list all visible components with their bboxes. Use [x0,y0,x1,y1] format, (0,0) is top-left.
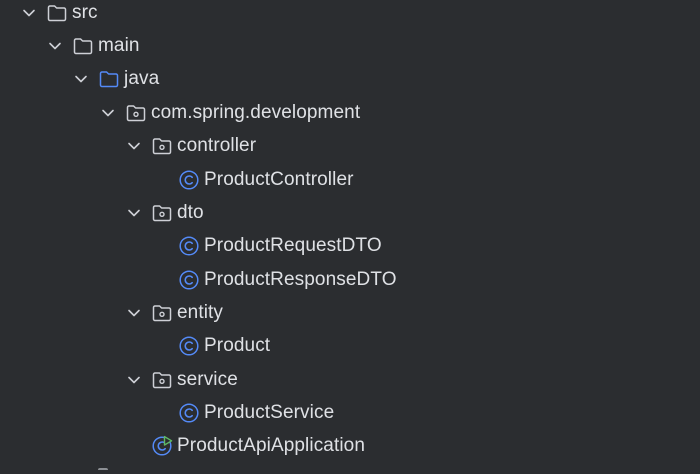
tree-node-label: controller [177,134,257,156]
tree-node-productcontroller[interactable]: ProductController [152,163,354,196]
tree-node-productrequestdto[interactable]: ProductRequestDTO [152,229,382,262]
tree-node-label: ProductService [204,401,335,423]
chevron-down-icon[interactable] [125,371,143,389]
spring-boot-application-icon [151,435,173,457]
tree-node-label: ProductRequestDTO [204,234,382,256]
tree-node-label: main [98,34,140,56]
tree-node-dto[interactable]: dto [125,196,204,229]
tree-node-label: ProductResponseDTO [204,268,397,290]
chevron-down-icon[interactable] [125,304,143,322]
tree-node-com-spring-development[interactable]: com.spring.development [99,96,360,129]
tree-node-product[interactable]: Product [152,329,270,362]
package-icon [151,302,173,324]
folder-icon [72,35,94,57]
tree-node-label: ProductApiApplication [177,434,365,456]
tree-node-label: com.spring.development [151,101,361,123]
folder-icon [46,2,68,24]
chevron-down-icon[interactable] [125,204,143,222]
tree-node-productservice[interactable]: ProductService [152,396,334,429]
package-icon [151,369,173,391]
tree-node-label: dto [177,201,204,223]
tree-node-label: entity [177,301,224,323]
chevron-down-icon[interactable] [99,104,117,122]
package-icon [125,102,147,124]
tree-node-label: Product [204,334,271,356]
tree-node-productresponsedto[interactable]: ProductResponseDTO [152,263,397,296]
class-icon [178,235,200,257]
tree-node-label: service [177,368,238,390]
project-tree: src main java com.spring.development con… [0,0,700,472]
tree-node-src[interactable]: src [20,0,98,29]
chevron-down-icon[interactable] [20,4,38,22]
tree-node-main[interactable]: main [46,29,140,62]
tree-node-entity[interactable]: entity [125,296,223,329]
class-icon [178,169,200,191]
class-icon [178,402,200,424]
package-icon [151,202,173,224]
cut-off-tree-node [98,468,108,474]
tree-node-controller[interactable]: controller [125,129,256,162]
class-icon [178,335,200,357]
tree-node-productapiapplication[interactable]: ProductApiApplication [125,429,365,462]
source-root-folder-icon [98,68,120,90]
tree-node-java[interactable]: java [72,62,159,95]
class-icon [178,269,200,291]
chevron-down-icon[interactable] [72,70,90,88]
tree-node-service[interactable]: service [125,363,238,396]
tree-node-label: java [124,67,160,89]
tree-node-label: ProductController [204,168,354,190]
tree-node-label: src [72,1,98,23]
chevron-down-icon[interactable] [125,137,143,155]
package-icon [151,135,173,157]
chevron-down-icon[interactable] [46,37,64,55]
